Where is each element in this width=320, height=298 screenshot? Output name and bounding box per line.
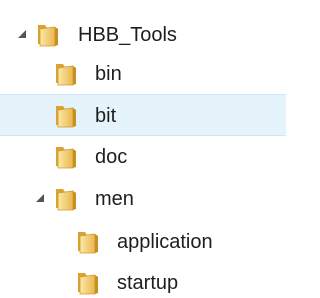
folder-icon	[75, 228, 103, 256]
tree-node-men[interactable]: men	[0, 178, 286, 220]
expanded-arrow-icon[interactable]	[16, 28, 28, 40]
folder-icon	[75, 269, 103, 297]
folder-icon	[53, 185, 81, 213]
expanded-arrow-icon[interactable]	[34, 192, 46, 204]
tree-node-bin[interactable]: bin	[0, 53, 286, 95]
tree-node-label: doc	[95, 146, 128, 168]
tree-node-bit[interactable]: bit	[0, 94, 286, 136]
tree-node-label: bit	[95, 105, 117, 127]
tree-node-label: bin	[95, 63, 122, 85]
folder-icon	[53, 60, 81, 88]
tree-node-label: men	[95, 188, 134, 210]
tree-node-label: startup	[117, 272, 179, 294]
folder-icon	[53, 143, 81, 171]
folder-tree: HBB_Tools bin bit doc men application st…	[0, 0, 286, 298]
tree-node-startup[interactable]: startup	[0, 262, 286, 298]
tree-node-label: application	[117, 231, 213, 253]
tree-node-hbb-tools[interactable]: HBB_Tools	[0, 14, 286, 56]
tree-node-doc[interactable]: doc	[0, 136, 286, 178]
folder-icon	[35, 21, 63, 49]
folder-icon	[53, 102, 81, 130]
tree-node-application[interactable]: application	[0, 221, 286, 263]
tree-node-label: HBB_Tools	[78, 24, 177, 46]
